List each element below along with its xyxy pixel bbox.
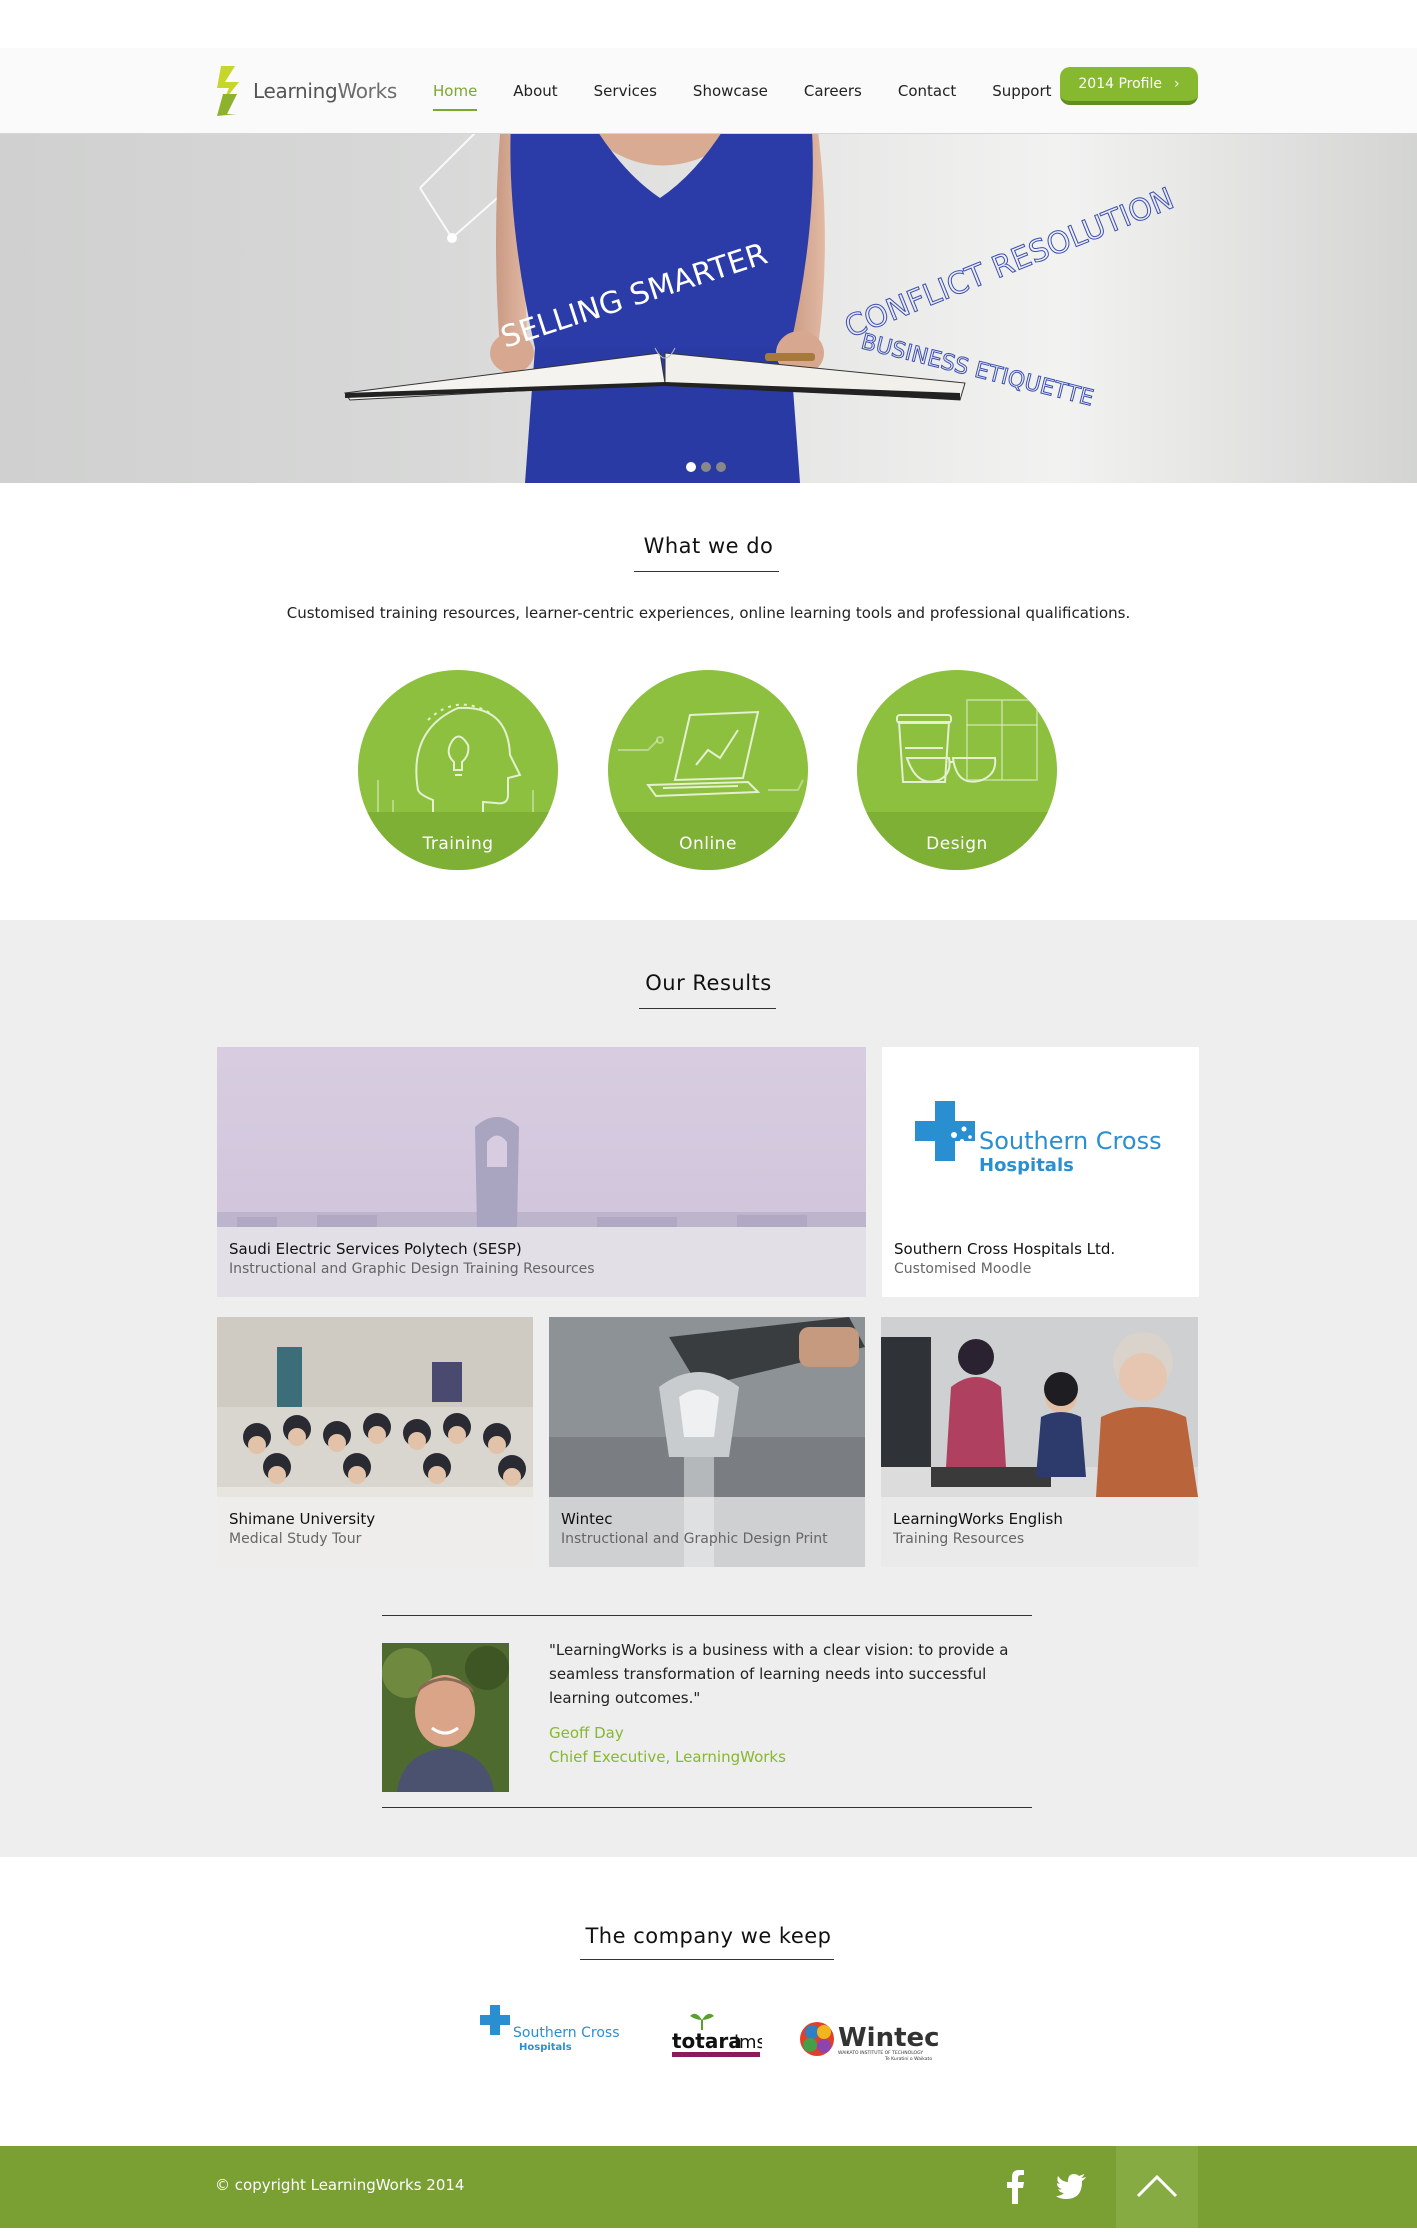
card-subtitle: Instructional and Graphic Design Trainin…	[229, 1261, 595, 1277]
twitter-icon[interactable]	[1056, 2174, 1086, 2200]
card-subtitle: Customised Moodle	[894, 1261, 1032, 1277]
svg-text:Hospitals: Hospitals	[979, 1155, 1074, 1176]
profile-2014-button[interactable]: 2014 Profile ›	[1060, 67, 1198, 105]
card-title: LearningWorks English	[893, 1510, 1063, 1528]
service-design-label: Design	[926, 834, 988, 854]
southern-cross-logo: Southern Cross Hospitals	[915, 1101, 1162, 1176]
geoff-day-photo	[382, 1643, 509, 1792]
slide-dot-1[interactable]	[686, 462, 696, 472]
svg-text:Hospitals: Hospitals	[519, 2042, 572, 2053]
card-caption: Southern Cross Hospitals Ltd. Customised…	[882, 1227, 1199, 1297]
result-card-sesp[interactable]: Saudi Electric Services Polytech (SESP) …	[217, 1047, 866, 1297]
result-card-learningworks-english[interactable]: LearningWorks English Training Resources	[881, 1317, 1198, 1567]
service-design[interactable]: Design	[857, 670, 1057, 870]
totara-logo[interactable]: totara lms solutions partner	[672, 2008, 762, 2064]
portrait-image	[382, 1643, 509, 1792]
nav-careers[interactable]: Careers	[804, 76, 862, 106]
card-caption: Saudi Electric Services Polytech (SESP) …	[217, 1227, 866, 1297]
partners-title: The company we keep	[585, 1924, 832, 1948]
facebook-icon[interactable]	[1004, 2168, 1026, 2204]
nav-showcase[interactable]: Showcase	[693, 76, 768, 106]
arrow-up-icon	[1136, 2174, 1178, 2198]
svg-text:WAIKATO INSTITUTE OF TECHNOLOG: WAIKATO INSTITUTE OF TECHNOLOGY	[838, 2050, 923, 2056]
nav-services[interactable]: Services	[594, 76, 657, 106]
svg-text:Te Kuratini o Waikato: Te Kuratini o Waikato	[884, 2056, 932, 2062]
svg-text:CONFLICT RESOLUTION: CONFLICT RESOLUTION	[840, 181, 1179, 345]
card-caption: Wintec Instructional and Graphic Design …	[549, 1497, 865, 1567]
logo-mark-icon	[217, 66, 239, 116]
service-online[interactable]: Online	[608, 670, 808, 870]
card-subtitle: Instructional and Graphic Design Print	[561, 1531, 828, 1547]
card-title: Saudi Electric Services Polytech (SESP)	[229, 1240, 522, 1258]
service-online-label: Online	[679, 834, 737, 854]
profile-button-label: 2014 Profile	[1078, 76, 1162, 92]
our-results-title: Our Results	[645, 971, 772, 995]
service-training[interactable]: Training	[358, 670, 558, 870]
title-underline	[580, 1959, 834, 1960]
title-underline	[639, 1008, 776, 1009]
result-card-shimane[interactable]: Shimane University Medical Study Tour	[217, 1317, 533, 1567]
nav-support[interactable]: Support	[992, 76, 1051, 106]
copyright-text: © copyright LearningWorks 2014	[215, 2176, 465, 2194]
nav-contact[interactable]: Contact	[898, 76, 956, 106]
slide-dot-3[interactable]	[716, 462, 726, 472]
result-card-southern-cross[interactable]: Southern Cross Hospitals Southern Cross …	[882, 1047, 1199, 1297]
svg-text:Southern Cross: Southern Cross	[979, 1127, 1162, 1155]
nav-about[interactable]: About	[513, 76, 557, 106]
what-we-do-title: What we do	[643, 534, 774, 558]
svg-text:Southern Cross: Southern Cross	[513, 2025, 620, 2041]
southern-cross-logo[interactable]: Southern Cross Hospitals	[480, 2000, 625, 2060]
card-subtitle: Training Resources	[893, 1531, 1025, 1547]
testimonial-name: Geoff Day	[549, 1724, 624, 1742]
card-caption: Shimane University Medical Study Tour	[217, 1497, 533, 1567]
card-title: Southern Cross Hospitals Ltd.	[894, 1240, 1116, 1258]
nav-home[interactable]: Home	[433, 76, 478, 111]
quote-rule-top	[382, 1615, 1032, 1616]
result-card-wintec[interactable]: Wintec Instructional and Graphic Design …	[549, 1317, 865, 1567]
card-title: Wintec	[561, 1510, 613, 1528]
title-underline	[634, 571, 779, 572]
quote-rule-bottom	[382, 1807, 1032, 1808]
hero-slide-dots	[686, 462, 726, 472]
chevron-right-icon: ›	[1174, 76, 1180, 92]
card-caption: LearningWorks English Training Resources	[881, 1497, 1198, 1567]
svg-text:solutions partner: solutions partner	[686, 2058, 729, 2064]
testimonial-quote: "LearningWorks is a business with a clea…	[549, 1641, 1009, 1707]
testimonial-role: Chief Executive, LearningWorks	[549, 1748, 786, 1766]
what-we-do-description: Customised training resources, learner-c…	[286, 604, 1131, 622]
site-header: LearningWorks Home About Services Showca…	[0, 48, 1417, 134]
service-training-label: Training	[422, 834, 494, 854]
svg-text:Wintec: Wintec	[838, 2023, 940, 2053]
card-subtitle: Medical Study Tour	[229, 1531, 362, 1547]
site-footer: © copyright LearningWorks 2014	[0, 2146, 1417, 2228]
logo-text-learning: Learning	[253, 79, 338, 103]
svg-text:BUSINESS ETIQUETTE: BUSINESS ETIQUETTE	[859, 330, 1096, 412]
learningworks-logo[interactable]: LearningWorks	[215, 64, 397, 118]
logo-text-works: Works	[337, 79, 398, 103]
svg-text:lms: lms	[734, 2032, 762, 2053]
main-nav: Home About Services Showcase Careers Con…	[415, 48, 1070, 134]
back-to-top-button[interactable]	[1116, 2146, 1198, 2228]
wintec-logo[interactable]: Wintec WAIKATO INSTITUTE OF TECHNOLOGY T…	[800, 2018, 940, 2064]
card-title: Shimane University	[229, 1510, 376, 1528]
slide-dot-2[interactable]	[701, 462, 711, 472]
svg-text:totara: totara	[672, 2029, 742, 2053]
